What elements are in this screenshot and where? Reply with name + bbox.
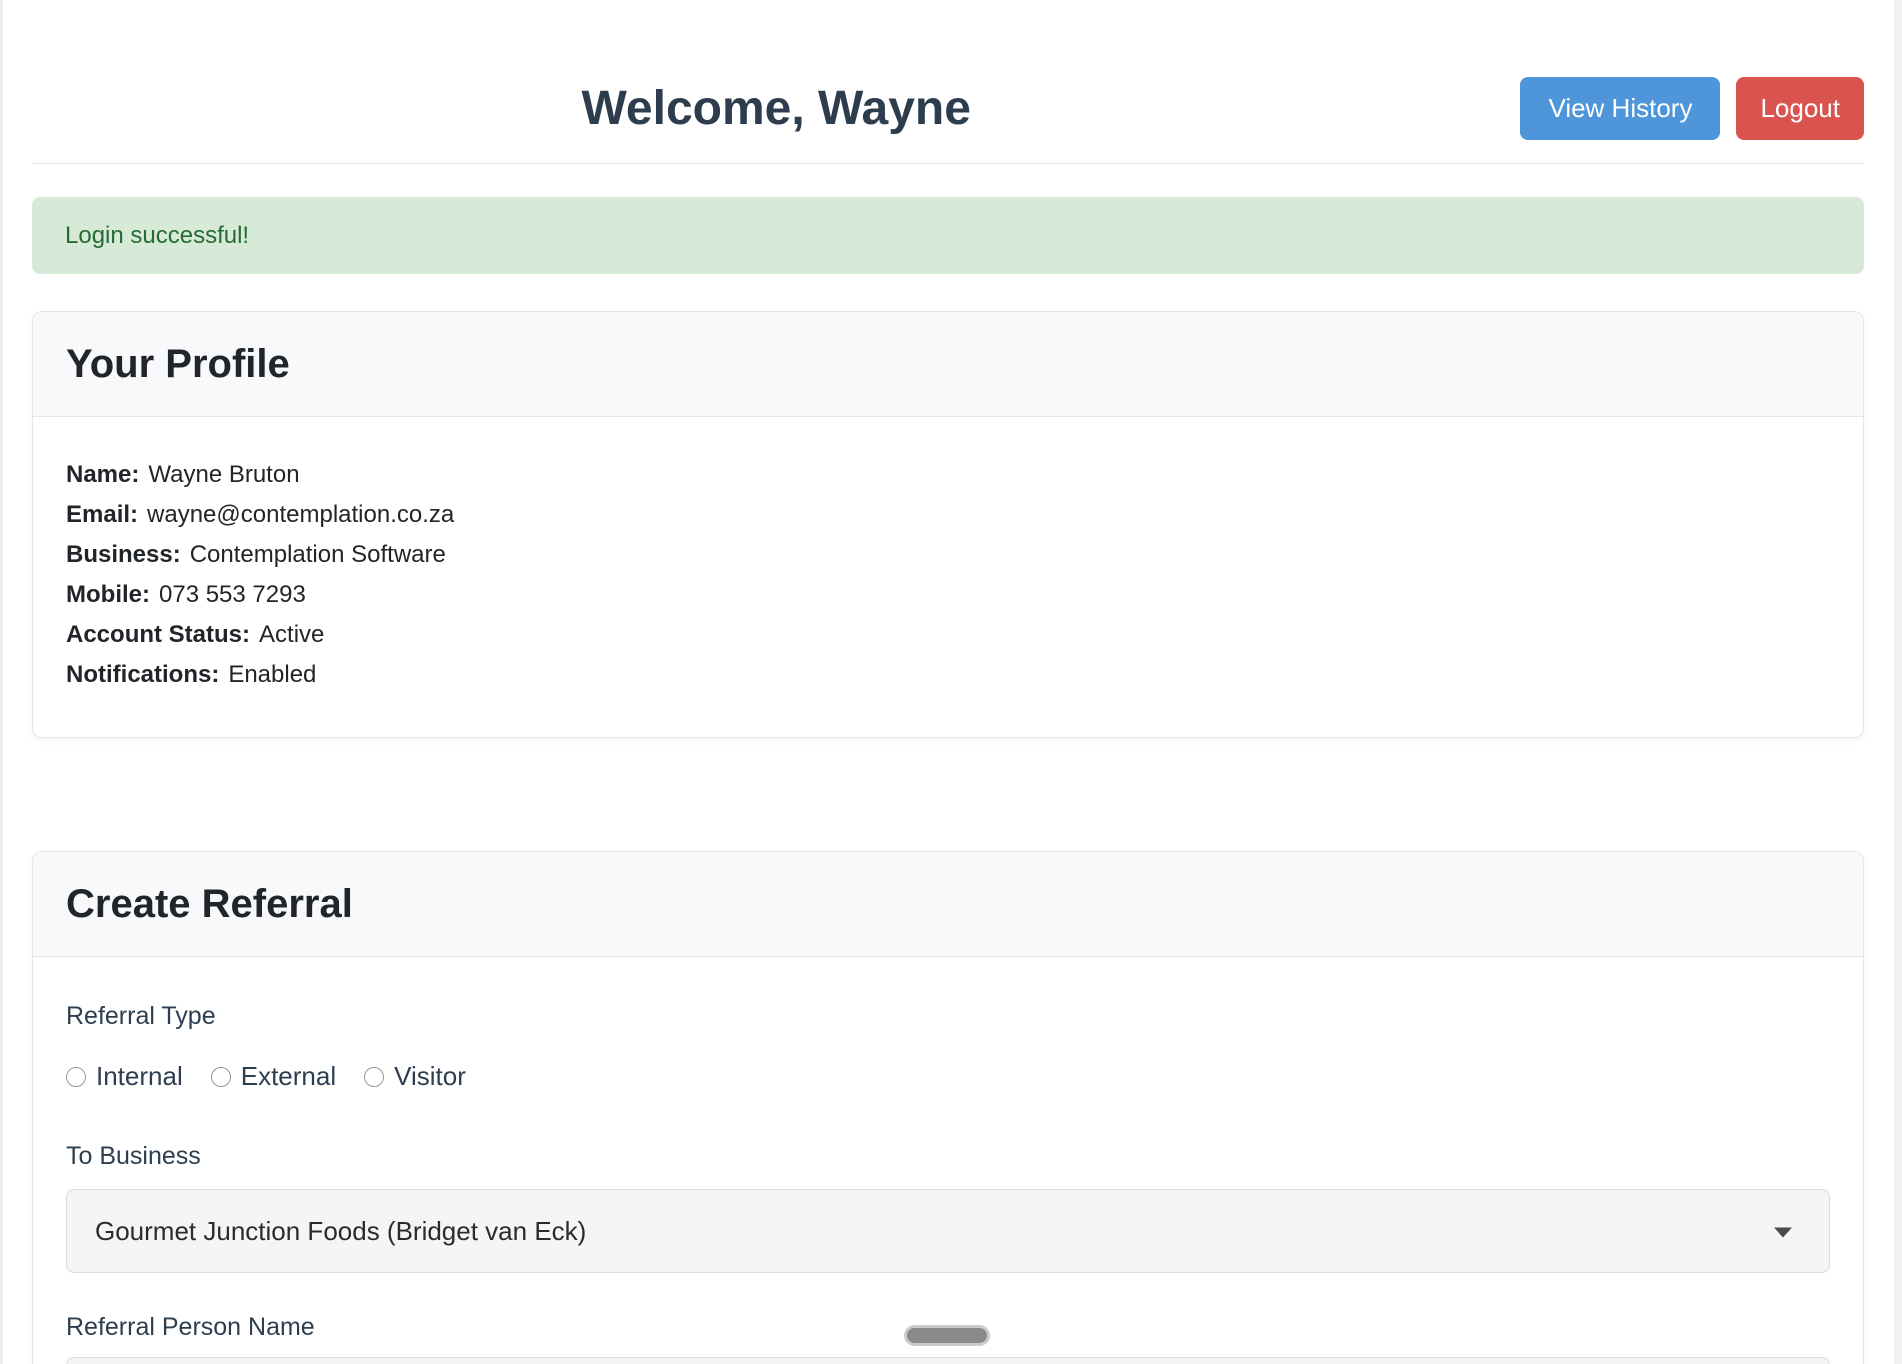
profile-card-body: Name: Wayne Bruton Email: wayne@contemplat…: [33, 417, 1863, 737]
profile-field-mobile: Mobile: 073 553 7293: [66, 575, 1830, 615]
profile-field-value: Contemplation Software: [190, 541, 446, 568]
profile-field-email: Email: wayne@contemplation.co.za: [66, 495, 1830, 535]
profile-field-value: Wayne Bruton: [148, 461, 299, 488]
profile-field-notifications: Notifications: Enabled: [66, 655, 1830, 695]
radio-option-external[interactable]: External: [211, 1061, 336, 1092]
profile-field-name: Name: Wayne Bruton: [66, 455, 1830, 495]
profile-field-label: Account Status:: [66, 621, 250, 648]
create-referral-card-body: Referral Type Internal External Visitor: [33, 957, 1863, 1364]
profile-field-account-status: Account Status: Active: [66, 615, 1830, 655]
header: Welcome, Wayne View History Logout: [32, 0, 1864, 164]
create-referral-heading: Create Referral: [66, 882, 353, 927]
referral-type-label: Referral Type: [66, 1002, 1830, 1031]
create-referral-card-header: Create Referral: [33, 852, 1863, 957]
view-history-button[interactable]: View History: [1520, 77, 1720, 140]
radio-button-icon: [66, 1067, 86, 1087]
profile-heading: Your Profile: [66, 342, 290, 387]
left-edge-strip: [0, 0, 3, 1364]
header-buttons: View History Logout: [1520, 77, 1864, 140]
radio-button-icon: [211, 1067, 231, 1087]
main-container: Welcome, Wayne View History Logout Login…: [32, 0, 1864, 1364]
profile-field-value: Active: [259, 621, 324, 648]
profile-card-header: Your Profile: [33, 312, 1863, 417]
profile-field-value: Enabled: [228, 661, 316, 688]
profile-field-business: Business: Contemplation Software: [66, 535, 1830, 575]
profile-field-value: 073 553 7293: [159, 581, 306, 608]
logout-button[interactable]: Logout: [1736, 77, 1864, 140]
profile-card: Your Profile Name: Wayne Bruton Email: way…: [32, 311, 1864, 738]
page: Welcome, Wayne View History Logout Login…: [0, 0, 1902, 1364]
to-business-select[interactable]: Gourmet Junction Foods (Bridget van Eck): [66, 1189, 1830, 1273]
login-success-alert: Login successful!: [32, 197, 1864, 274]
profile-field-label: Business:: [66, 541, 181, 568]
profile-field-value: wayne@contemplation.co.za: [147, 501, 454, 528]
referral-person-name-input[interactable]: [66, 1357, 1830, 1364]
referral-type-radio-group: Internal External Visitor: [66, 1061, 1830, 1092]
radio-option-label: Visitor: [394, 1061, 466, 1092]
scroll-indicator-pill[interactable]: [904, 1325, 990, 1346]
radio-option-label: Internal: [96, 1061, 183, 1092]
radio-button-icon: [364, 1067, 384, 1087]
radio-option-visitor[interactable]: Visitor: [364, 1061, 466, 1092]
create-referral-card: Create Referral Referral Type Internal E…: [32, 851, 1864, 1364]
profile-field-label: Name:: [66, 461, 139, 488]
to-business-select-wrap: Gourmet Junction Foods (Bridget van Eck): [66, 1189, 1830, 1273]
radio-option-label: External: [241, 1061, 336, 1092]
to-business-label: To Business: [66, 1142, 1830, 1171]
page-title: Welcome, Wayne: [32, 81, 1520, 136]
alert-message: Login successful!: [65, 222, 249, 250]
radio-option-internal[interactable]: Internal: [66, 1061, 183, 1092]
vertical-scrollbar-track[interactable]: [1894, 0, 1902, 1364]
profile-field-label: Notifications:: [66, 661, 219, 688]
profile-field-label: Email:: [66, 501, 138, 528]
profile-field-label: Mobile:: [66, 581, 150, 608]
